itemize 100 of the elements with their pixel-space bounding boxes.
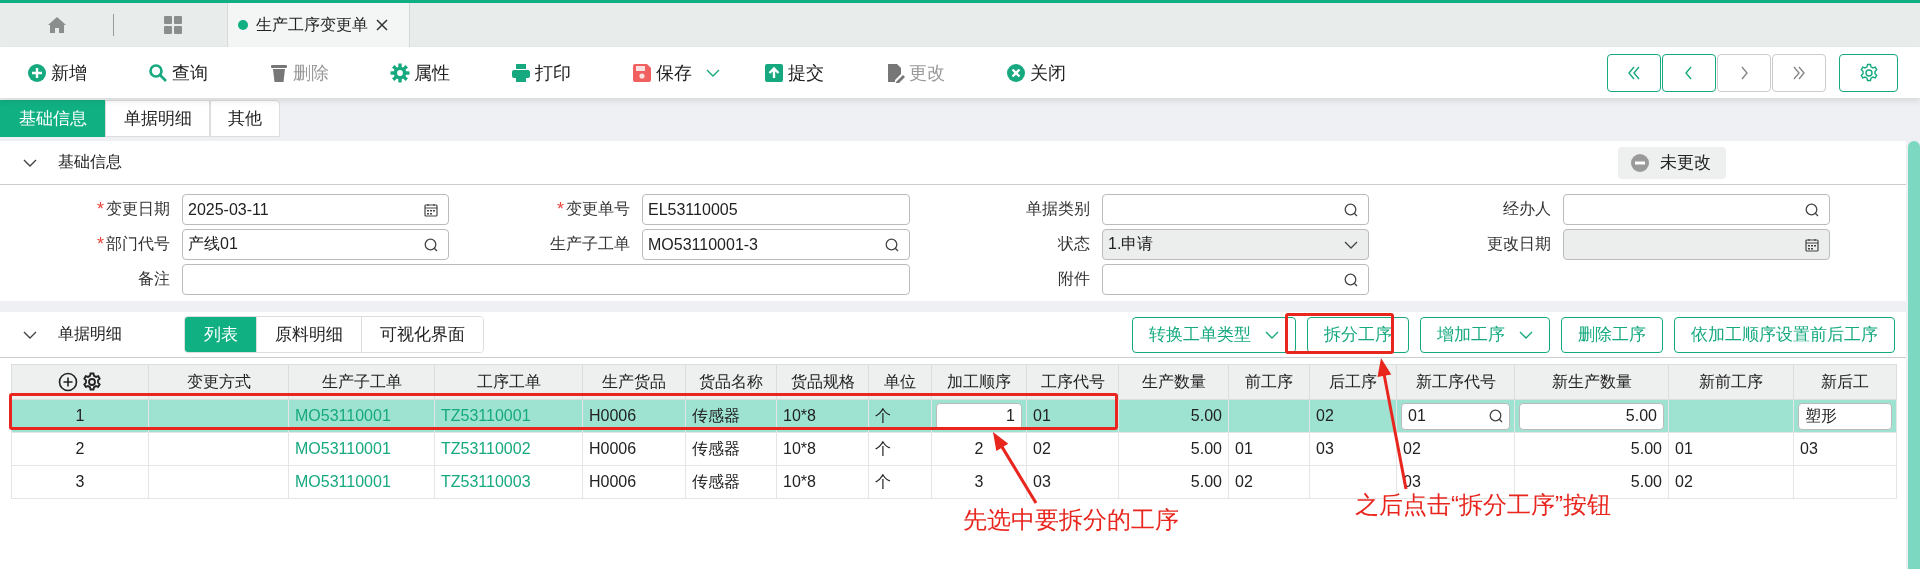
add-icon (27, 62, 47, 83)
chevron-down-icon (1344, 240, 1358, 249)
row-number: 3 (11, 465, 149, 499)
section-title: 单据明细 (58, 324, 122, 344)
tab[interactable]: 可视化界面 (361, 317, 483, 352)
date-field[interactable]: 2025-03-11 (182, 194, 449, 225)
column-header[interactable]: 单位 (868, 364, 932, 400)
column-header[interactable]: 工序工单 (434, 364, 583, 400)
toolbar-button[interactable]: 保存 (632, 60, 764, 85)
column-header[interactable]: 货品规格 (776, 364, 869, 400)
required-mark: * (557, 199, 564, 220)
required-mark: * (97, 199, 104, 220)
lookup-field[interactable]: 产线01 (182, 229, 449, 260)
chevron-down-icon[interactable] (23, 158, 37, 167)
table-cell: 01 (1668, 432, 1794, 466)
settings-icon[interactable] (82, 372, 102, 392)
table-cell: 个 (868, 432, 932, 466)
tab[interactable]: 其他 (210, 100, 280, 137)
select-field[interactable]: 1.申请 (1102, 229, 1369, 260)
table-cell: H0006 (582, 465, 686, 499)
column-header[interactable]: 新工序代号 (1396, 364, 1515, 400)
column-header[interactable]: 新后工 (1793, 364, 1897, 400)
lookup-field[interactable] (1563, 194, 1830, 225)
lookup-field[interactable]: MO53110001-3 (642, 229, 910, 260)
input-field[interactable]: 5.00 (1519, 402, 1664, 430)
search-icon (1344, 202, 1358, 217)
search-icon (1344, 272, 1358, 287)
table-cell: 02 (1668, 465, 1794, 499)
section-title: 基础信息 (58, 152, 122, 172)
field-label: 部门代号 (106, 234, 170, 254)
toolbar-button[interactable]: 打印 (511, 60, 632, 85)
required-mark: * (97, 234, 104, 255)
row-number: 2 (11, 432, 149, 466)
field-label: 附件 (1058, 269, 1090, 289)
text-field[interactable]: EL53110005 (642, 194, 910, 225)
toolbar-button[interactable]: 关闭 (1006, 60, 1127, 85)
table-cell: 5.00 (1118, 399, 1229, 433)
column-header[interactable]: 新生产数量 (1514, 364, 1669, 400)
status-text: 未更改 (1660, 152, 1711, 174)
table-cell: 02 (1026, 432, 1119, 466)
close-icon[interactable] (376, 19, 388, 31)
add-row-icon[interactable] (58, 372, 78, 392)
double-chevron-left-icon (1626, 65, 1642, 80)
previous-page-button[interactable] (1662, 53, 1716, 92)
calendar-icon (1805, 237, 1819, 252)
upload-icon (764, 62, 784, 83)
table-cell: 02 (1228, 465, 1310, 499)
column-header[interactable]: 工序代号 (1026, 364, 1119, 400)
column-header[interactable]: 加工顺序 (931, 364, 1027, 400)
document-edit-icon (885, 62, 905, 83)
field-label: 经办人 (1503, 199, 1551, 219)
status-dot (238, 20, 248, 30)
input-field[interactable]: 1 (936, 402, 1022, 430)
text-field[interactable] (182, 264, 910, 295)
scrollbar-thumb[interactable] (1908, 141, 1920, 569)
lookup-field[interactable] (1102, 264, 1369, 295)
table-cell: 10*8 (776, 465, 869, 499)
settings-button[interactable] (1839, 53, 1898, 92)
toolbar-button[interactable]: 查询 (148, 60, 269, 85)
table-cell: 传感器 (685, 432, 777, 466)
field-label: 变更单号 (566, 199, 630, 219)
settings-icon (1858, 62, 1879, 83)
lookup-field[interactable]: 01 (1401, 402, 1510, 430)
column-header[interactable]: 货品名称 (685, 364, 777, 400)
trash-icon (269, 62, 289, 83)
first-page-button[interactable] (1607, 53, 1661, 92)
table-cell: 01 (1228, 432, 1310, 466)
input-field[interactable]: 塑形 (1798, 402, 1892, 430)
table-cell: 个 (868, 465, 932, 499)
document-tab[interactable]: 生产工序变更单 (227, 3, 410, 47)
close-icon (1006, 62, 1026, 83)
grid-icon[interactable] (163, 15, 183, 35)
table-cell: 传感器 (685, 465, 777, 499)
field-label: 更改日期 (1487, 234, 1551, 254)
column-header[interactable]: 前工序 (1228, 364, 1310, 400)
toolbar-button[interactable]: 属性 (390, 60, 511, 85)
toolbar-button[interactable]: 提交 (764, 60, 885, 85)
field-label: 变更日期 (106, 199, 170, 219)
tab-title: 生产工序变更单 (256, 14, 368, 35)
column-header[interactable]: 新前工序 (1668, 364, 1794, 400)
field-label: 状态 (1058, 234, 1090, 254)
settings-icon (390, 62, 410, 83)
search-icon (885, 237, 899, 252)
toolbar-button[interactable]: 新增 (27, 60, 148, 85)
column-header[interactable]: 生产货品 (582, 364, 686, 400)
annotation-text: 先选中要拆分的工序 (963, 505, 1179, 535)
field-label: 备注 (138, 269, 170, 289)
lookup-field[interactable] (1102, 194, 1369, 225)
chevron-down-icon[interactable] (23, 330, 37, 339)
table-cell: 03 (1793, 432, 1897, 466)
column-header[interactable]: 后工序 (1309, 364, 1397, 400)
minus-circle-icon (1630, 152, 1650, 173)
table-cell: 5.00 (1118, 465, 1229, 499)
table-cell: 5.00 (1514, 432, 1669, 466)
home-icon[interactable] (47, 15, 67, 35)
column-header[interactable]: 生产子工单 (288, 364, 435, 400)
column-header[interactable]: 变更方式 (148, 364, 289, 400)
table-cell: 10*8 (776, 432, 869, 466)
column-header[interactable]: 生产数量 (1118, 364, 1229, 400)
tab[interactable]: 单据明细 (105, 100, 210, 137)
